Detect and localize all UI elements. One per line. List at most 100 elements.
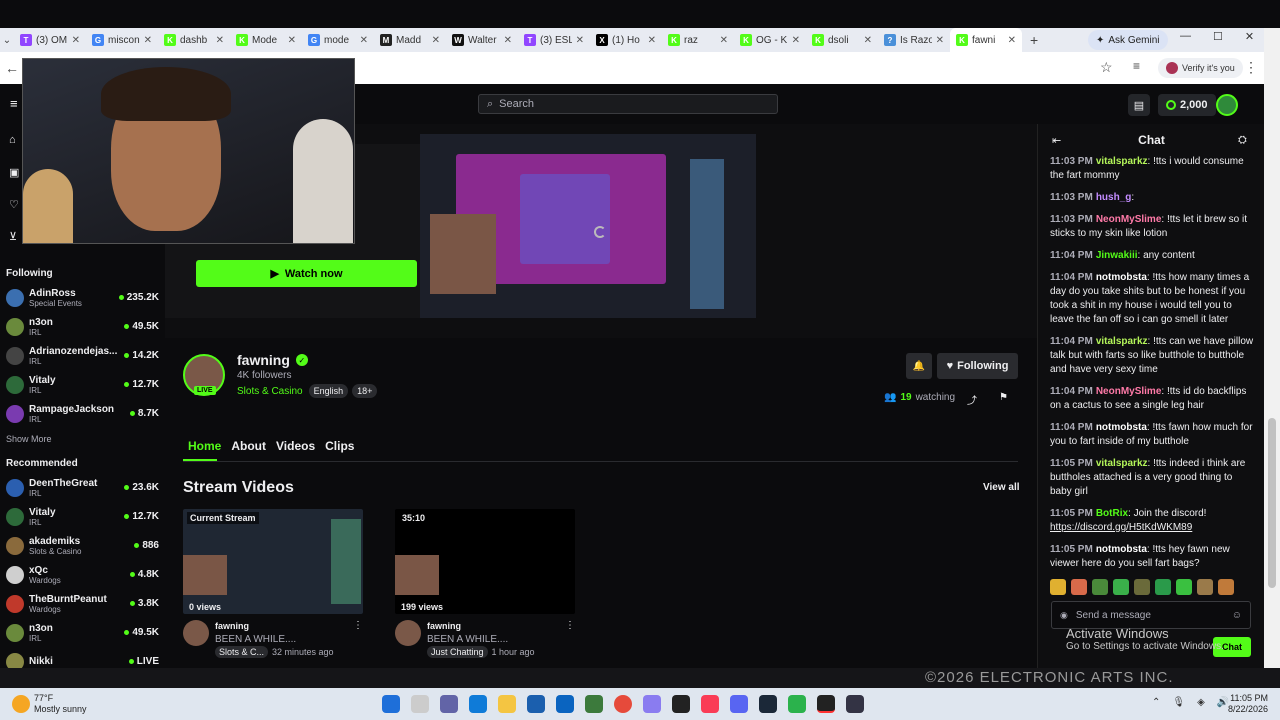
streamer-name[interactable]: fawning: [237, 352, 290, 368]
channel-item[interactable]: Nikki LIVE: [0, 647, 165, 668]
channel-item[interactable]: akademiks Slots & Casino 886: [0, 531, 165, 560]
browser-tab[interactable]: K OG - K ✕: [734, 28, 806, 52]
tab-close-icon[interactable]: ✕: [864, 35, 872, 46]
search-input[interactable]: ⌕ Search: [478, 94, 778, 114]
emote-icon[interactable]: [1197, 579, 1213, 595]
video-channel-name[interactable]: fawning: [215, 620, 363, 633]
tab-close-icon[interactable]: ✕: [144, 35, 152, 46]
chat-username[interactable]: notmobsta: [1096, 272, 1147, 283]
browser-tab[interactable]: Gmiscon ✕: [86, 28, 158, 52]
chat-users-icon[interactable]: ⛭: [1238, 134, 1247, 147]
browser-tab[interactable]: K Mode ✕: [230, 28, 302, 52]
chat-message-input[interactable]: ◉ Send a message ☺: [1051, 601, 1251, 629]
video-title[interactable]: BEEN A WHILE....: [427, 633, 575, 646]
tab-about[interactable]: About: [231, 439, 266, 453]
tab-clips[interactable]: Clips: [325, 439, 354, 453]
channel-item[interactable]: TheBurntPeanut Wardogs 3.8K: [0, 589, 165, 618]
chat-username[interactable]: notmobsta: [1096, 422, 1147, 433]
browser-tab[interactable]: Kfawni ✕: [950, 28, 1022, 52]
report-icon[interactable]: ⚑: [999, 392, 1008, 403]
notification-bell-icon[interactable]: 🔔: [906, 353, 932, 379]
back-arrow-icon[interactable]: ←: [5, 60, 19, 76]
menu-dots-icon[interactable]: ⋮: [1244, 59, 1258, 76]
start-icon[interactable]: [382, 695, 400, 713]
video-thumbnail[interactable]: 35:10 199 views: [395, 509, 575, 614]
browser-tab[interactable]: W Walter ✕: [446, 28, 518, 52]
app4-icon[interactable]: [788, 695, 806, 713]
app3-icon[interactable]: [672, 695, 690, 713]
tab-videos[interactable]: Videos: [276, 439, 315, 453]
emote-icon[interactable]: [1071, 579, 1087, 595]
chat-username[interactable]: NeonMySlime: [1096, 386, 1162, 397]
chat-username[interactable]: hush_g: [1096, 192, 1132, 203]
weather-sun-icon[interactable]: [12, 695, 30, 713]
file-explorer-icon[interactable]: [498, 695, 516, 713]
emote-icon[interactable]: [1218, 579, 1234, 595]
chat-username[interactable]: vitalsparkz: [1096, 336, 1148, 347]
app6-icon[interactable]: [846, 695, 864, 713]
tab-close-icon[interactable]: ✕: [216, 35, 224, 46]
show-more-link[interactable]: Show More: [0, 428, 165, 454]
share-icon[interactable]: ⤴: [967, 392, 977, 407]
user-avatar[interactable]: [1216, 94, 1238, 116]
chat-username[interactable]: NeonMySlime: [1096, 214, 1162, 225]
emote-icon[interactable]: [1155, 579, 1171, 595]
video-category-tag[interactable]: Slots & C...: [215, 646, 269, 658]
browser-tab[interactable]: Gmode ✕: [302, 28, 374, 52]
channel-item[interactable]: DeenTheGreat IRL 23.6K: [0, 473, 165, 502]
stream-tag[interactable]: English: [308, 384, 349, 398]
tab-close-icon[interactable]: ✕: [1008, 35, 1016, 46]
bookmark-star-icon[interactable]: ☆: [1100, 59, 1113, 76]
browser-tab[interactable]: X (1) Ho ✕: [590, 28, 662, 52]
teams-icon[interactable]: [440, 695, 458, 713]
channel-item[interactable]: Adrianozendejas... IRL 14.2K: [0, 341, 165, 370]
channel-item[interactable]: xQc Wardogs 4.8K: [0, 560, 165, 589]
clips-icon[interactable]: ⊻: [9, 230, 17, 243]
chat-username[interactable]: vitalsparkz: [1096, 458, 1148, 469]
chat-username[interactable]: vitalsparkz: [1096, 156, 1148, 167]
clock[interactable]: 11:05 PM 8/22/2026: [1200, 693, 1268, 715]
close-window-icon[interactable]: ✕: [1245, 30, 1254, 43]
tray-chevron-icon[interactable]: ⌃: [1152, 697, 1160, 708]
browser-tab[interactable]: M Madd ✕: [374, 28, 446, 52]
channel-item[interactable]: Vitaly IRL 12.7K: [0, 370, 165, 399]
channel-item[interactable]: RampageJackson IRL 8.7K: [0, 399, 165, 428]
rewards-icon[interactable]: ▤: [1128, 94, 1150, 116]
channel-item[interactable]: Vitaly IRL 12.7K: [0, 502, 165, 531]
discord-icon[interactable]: [730, 695, 748, 713]
watch-now-button[interactable]: ▶ Watch now: [196, 260, 417, 287]
tab-close-icon[interactable]: ✕: [936, 35, 944, 46]
browse-icon[interactable]: ▣: [9, 166, 19, 179]
video-thumbnail[interactable]: Current Stream 0 views: [183, 509, 363, 614]
video-channel-name[interactable]: fawning: [427, 620, 575, 633]
chrome-icon[interactable]: [614, 695, 632, 713]
new-tab-button[interactable]: +: [1022, 32, 1046, 48]
view-all-link[interactable]: View all: [983, 482, 1020, 493]
emote-icon[interactable]: [1050, 579, 1066, 595]
channel-item[interactable]: n3on IRL 49.5K: [0, 312, 165, 341]
search-taskbar-icon[interactable]: [411, 695, 429, 713]
tab-home[interactable]: Home: [188, 439, 221, 453]
video-channel-avatar[interactable]: [183, 620, 209, 646]
video-title[interactable]: BEEN A WHILE....: [215, 633, 363, 646]
edge-icon[interactable]: [469, 695, 487, 713]
browser-tab[interactable]: T (3) ESL ✕: [518, 28, 590, 52]
home-icon[interactable]: ⌂: [9, 134, 16, 146]
tab-close-icon[interactable]: ✕: [576, 35, 584, 46]
video-card[interactable]: Current Stream 0 views fawning BEEN A WHILE…: [183, 509, 363, 659]
ask-gemini-button[interactable]: ✦ Ask Gemini: [1088, 30, 1168, 50]
reading-list-icon[interactable]: ≡: [1133, 59, 1140, 73]
following-button[interactable]: ♥ Following: [937, 353, 1018, 379]
kick-coins-button[interactable]: 2,000: [1158, 94, 1216, 116]
maximize-icon[interactable]: ☐: [1213, 30, 1223, 43]
chat-username[interactable]: Jinwakiii: [1096, 250, 1138, 261]
tab-close-icon[interactable]: ✕: [720, 35, 728, 46]
store-icon[interactable]: [527, 695, 545, 713]
chat-username[interactable]: BotRix: [1096, 508, 1128, 519]
app5-icon[interactable]: [817, 695, 835, 713]
chat-gift-icon[interactable]: ◉: [1060, 610, 1068, 621]
stream-category[interactable]: Slots & Casino: [237, 386, 303, 397]
tab-close-icon[interactable]: ✕: [360, 35, 368, 46]
emoji-icon[interactable]: ☺: [1232, 610, 1242, 621]
app-icon[interactable]: [585, 695, 603, 713]
